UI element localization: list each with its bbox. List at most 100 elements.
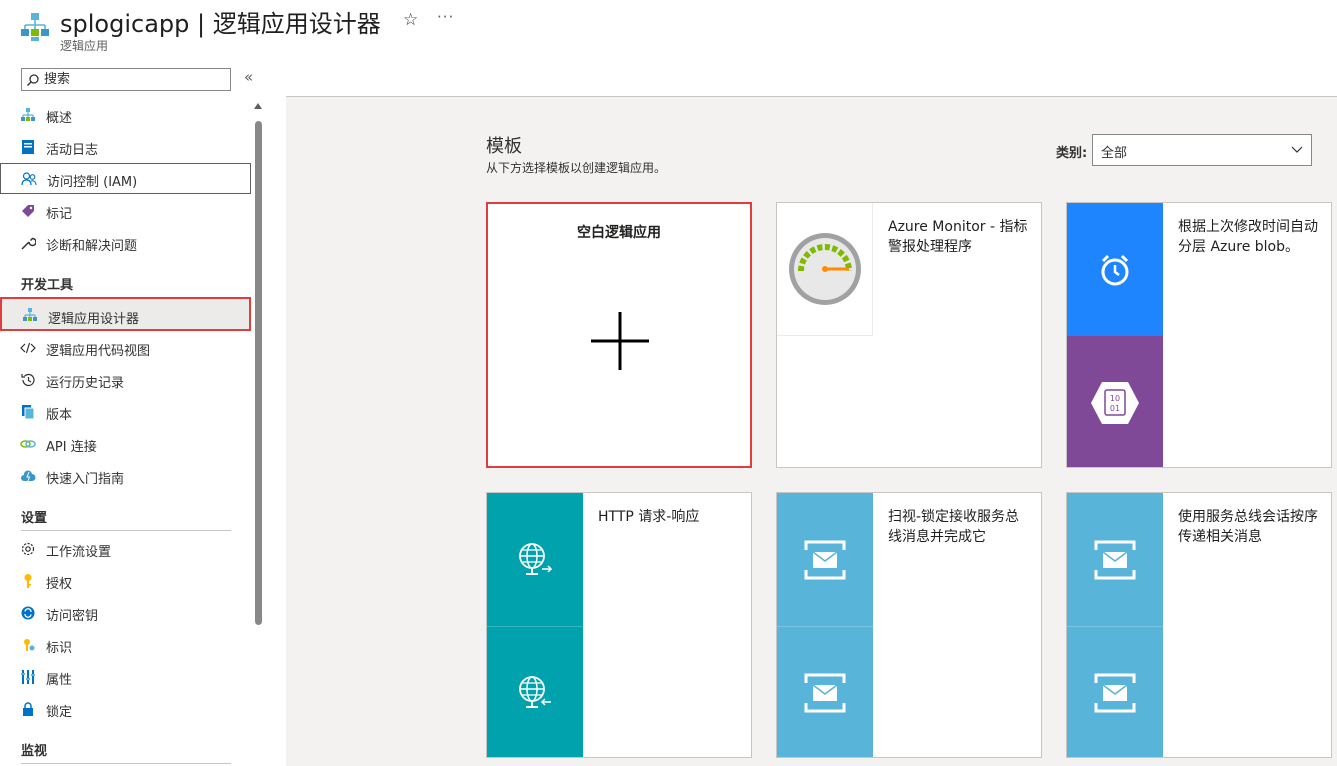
- sidebar-item-label: 标识: [46, 641, 73, 656]
- template-tile: 10 01: [1067, 336, 1163, 467]
- sidebar-item-quickstart[interactable]: 快速入门指南: [0, 461, 251, 491]
- sidebar-item-run-history[interactable]: 运行历史记录: [0, 365, 251, 395]
- section-divider: [21, 763, 231, 764]
- template-title: 根据上次修改时间自动分层 Azure blob。: [1178, 219, 1318, 255]
- sidebar-item-properties[interactable]: 属性: [0, 662, 251, 692]
- template-tile: [1067, 203, 1163, 336]
- sidebar-item-label: 版本: [46, 408, 73, 423]
- service-bus-icon: [1094, 673, 1136, 713]
- collapse-icon[interactable]: «: [244, 68, 253, 86]
- template-title: 扫视-锁定接收服务总线消息并完成它: [888, 509, 1020, 545]
- designer-content: 模板 从下方选择模板以创建逻辑应用。 类别: 全部 空白逻辑应用 Azure M…: [286, 97, 1337, 766]
- tag-icon: [20, 203, 36, 219]
- identity-icon: [20, 637, 36, 653]
- template-http-request-response[interactable]: HTTP 请求-响应: [486, 492, 752, 758]
- template-service-bus-peek-lock[interactable]: 扫视-锁定接收服务总线消息并完成它: [776, 492, 1042, 758]
- template-tile: [1067, 626, 1163, 757]
- section-monitoring: 监视: [21, 744, 48, 759]
- sidebar-item-label: 授权: [46, 577, 73, 592]
- category-label: 类别:: [1056, 146, 1088, 161]
- chevron-down-icon: [1291, 146, 1303, 153]
- key-icon: [20, 573, 36, 589]
- sidebar-item-versions[interactable]: 版本: [0, 397, 251, 427]
- access-keys-icon: [20, 605, 36, 621]
- template-service-bus-sessions[interactable]: 使用服务总线会话按序传递相关消息: [1066, 492, 1332, 758]
- more-icon[interactable]: ···: [437, 8, 454, 26]
- http-globe-icon: [519, 676, 551, 708]
- sidebar-item-label: 逻辑应用代码视图: [46, 344, 151, 359]
- page-title: splogicapp | 逻辑应用设计器: [60, 10, 381, 38]
- section-divider: [21, 530, 231, 531]
- sidebar-item-diagnose[interactable]: 诊断和解决问题: [0, 228, 251, 258]
- category-value: 全部: [1101, 146, 1128, 161]
- api-connection-icon: [20, 436, 36, 452]
- alarm-clock-icon: [1101, 254, 1129, 285]
- sidebar-item-label: 活动日志: [46, 143, 99, 158]
- logic-app-icon: [21, 13, 49, 41]
- sidebar-item-access-keys[interactable]: 访问密钥: [0, 598, 251, 628]
- sidebar-item-label: 逻辑应用设计器: [48, 312, 140, 327]
- gear-icon: [20, 541, 36, 557]
- search-box[interactable]: [21, 68, 231, 91]
- page-subtitle: 逻辑应用: [60, 39, 109, 53]
- http-globe-icon: [519, 542, 553, 575]
- template-tile: [487, 493, 583, 626]
- sidebar-item-authorization[interactable]: 授权: [0, 566, 251, 596]
- template-tile: [487, 626, 583, 757]
- star-icon[interactable]: ☆: [403, 10, 418, 30]
- versions-icon: [20, 404, 36, 420]
- section-dev-tools: 开发工具: [21, 278, 74, 293]
- template-title: HTTP 请求-响应: [598, 509, 700, 525]
- sidebar-item-api-connections[interactable]: API 连接: [0, 429, 251, 459]
- sidebar-item-code-view[interactable]: 逻辑应用代码视图: [0, 333, 251, 363]
- sidebar-item-label: API 连接: [46, 440, 97, 455]
- templates-subtitle: 从下方选择模板以创建逻辑应用。: [486, 161, 667, 175]
- sidebar-item-label: 属性: [46, 673, 73, 688]
- sidebar-scrollbar[interactable]: [254, 103, 262, 766]
- sidebar-item-logic-app-designer[interactable]: 逻辑应用设计器: [0, 297, 251, 331]
- page-header: splogicapp | 逻辑应用设计器 逻辑应用 ☆ ···: [0, 0, 1337, 60]
- search-input[interactable]: [44, 71, 224, 88]
- sidebar-item-label: 锁定: [46, 705, 73, 720]
- scroll-up-icon[interactable]: [254, 103, 262, 109]
- template-tile: [777, 493, 873, 626]
- sidebar-item-activity-log[interactable]: 活动日志: [0, 132, 251, 162]
- wrench-icon: [20, 235, 36, 251]
- sidebar-item-label: 运行历史记录: [46, 376, 125, 391]
- blob-label-bottom: 01: [1110, 404, 1120, 413]
- sidebar-item-tags[interactable]: 标记: [0, 196, 251, 226]
- template-tile: [777, 626, 873, 757]
- search-icon: [27, 74, 39, 86]
- template-tile: [1067, 493, 1163, 626]
- category-select[interactable]: 全部: [1092, 134, 1312, 166]
- scroll-thumb[interactable]: [255, 121, 262, 625]
- sidebar-item-iam[interactable]: 访问控制 (IAM): [0, 163, 251, 194]
- iam-icon: [21, 171, 37, 187]
- service-bus-icon: [804, 540, 846, 579]
- lock-icon: [20, 701, 36, 717]
- properties-icon: [20, 669, 36, 685]
- service-bus-icon: [1094, 540, 1136, 579]
- sidebar: « 概述 活动日志 访问控制 (IAM) 标记 诊断和解决问题 开发工具: [0, 60, 268, 766]
- template-tile: [777, 203, 873, 336]
- sidebar-item-identity[interactable]: 标识: [0, 630, 251, 660]
- template-azure-monitor[interactable]: Azure Monitor - 指标警报处理程序: [776, 202, 1042, 468]
- template-blank-logic-app[interactable]: 空白逻辑应用: [486, 202, 752, 468]
- sidebar-item-label: 标记: [46, 207, 73, 222]
- blob-label-top: 10: [1110, 394, 1120, 403]
- blob-storage-icon: 10 01: [1091, 381, 1139, 424]
- template-title: 使用服务总线会话按序传递相关消息: [1178, 509, 1318, 545]
- template-blob-tiering[interactable]: 10 01 根据上次修改时间自动分层 Azure blob。: [1066, 202, 1332, 468]
- plus-icon: [591, 312, 649, 370]
- sidebar-item-overview[interactable]: 概述: [0, 100, 251, 130]
- sidebar-item-label: 诊断和解决问题: [46, 239, 138, 254]
- template-title: 空白逻辑应用: [577, 225, 661, 241]
- sidebar-item-locks[interactable]: 锁定: [0, 694, 251, 724]
- section-settings: 设置: [21, 511, 48, 526]
- service-bus-icon: [804, 673, 846, 713]
- activity-log-icon: [20, 139, 36, 155]
- sidebar-item-workflow-settings[interactable]: 工作流设置: [0, 534, 251, 564]
- overview-icon: [20, 107, 36, 123]
- template-title: Azure Monitor - 指标警报处理程序: [888, 219, 1028, 255]
- sidebar-item-label: 快速入门指南: [46, 472, 125, 487]
